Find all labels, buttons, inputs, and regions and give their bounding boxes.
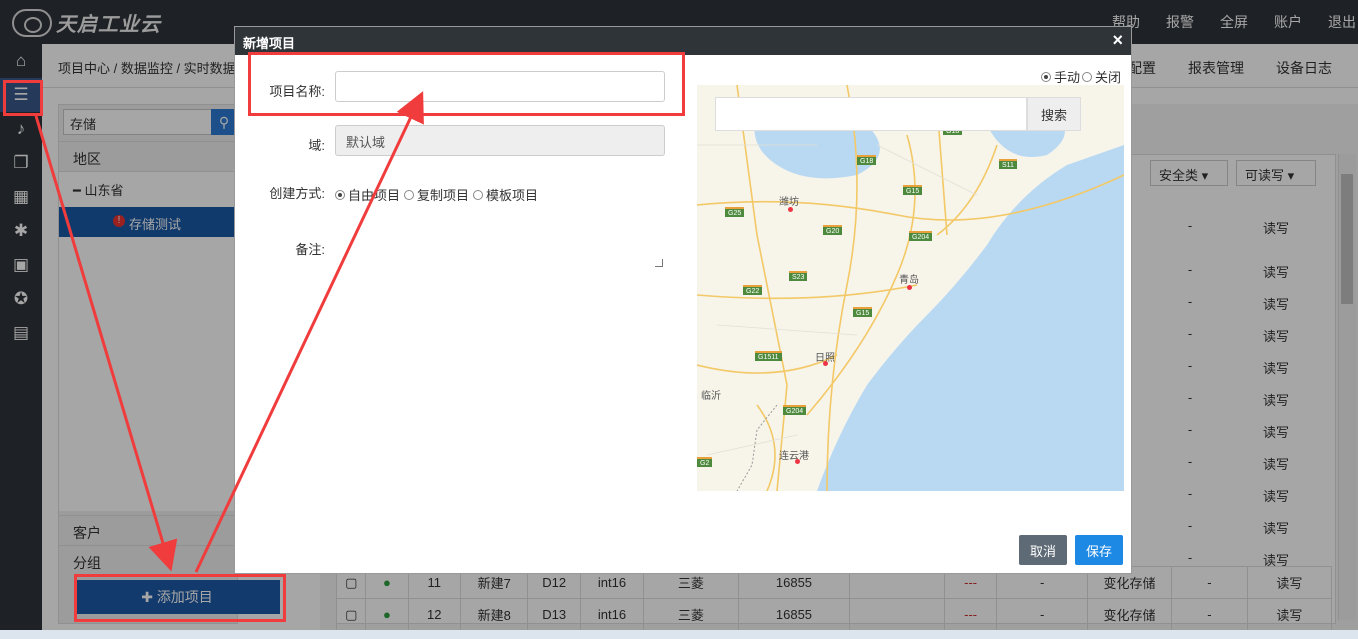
annotation-arrows bbox=[34, 91, 424, 573]
os-taskbar bbox=[0, 630, 1358, 639]
